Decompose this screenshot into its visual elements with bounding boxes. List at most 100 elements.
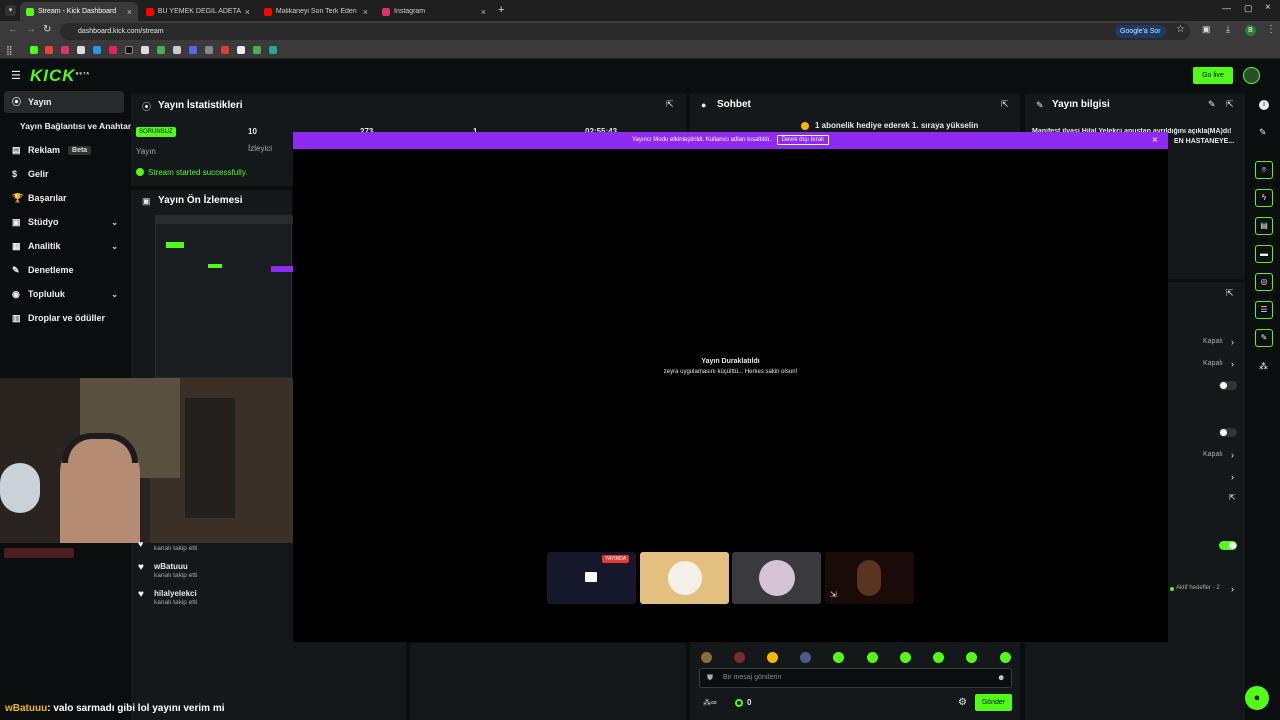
emote-icon[interactable] [800,652,811,663]
edit-icon[interactable]: ✎ [1259,127,1267,138]
bookmark-steam-icon[interactable] [173,46,181,54]
chevron-right-icon[interactable]: › [1231,359,1234,369]
extensions-icon[interactable]: ▣ [1202,24,1211,35]
setting-value[interactable]: Kapalı [1203,360,1223,367]
bookmark-kick-icon[interactable] [30,46,38,54]
users-icon[interactable]: ⁂∞ [703,698,717,707]
tab-youtube-1[interactable]: BU YEMEK DEĞİL ADETA ŞÖLEN × [140,2,256,21]
chevron-right-icon[interactable]: › [1231,337,1234,347]
edit-pencil-icon[interactable]: ✎ [1208,99,1216,110]
forward-icon[interactable]: → [26,24,36,35]
sidebar-item-basarilar[interactable]: 🏆 Başarılar [4,187,124,209]
setting-toggle[interactable] [1219,428,1237,437]
tab-instagram[interactable]: Instagram × [376,2,492,21]
hamburger-menu-icon[interactable]: ☰ [11,69,21,82]
thumbnail-doge[interactable] [640,552,729,604]
bookmark-x-icon[interactable] [77,46,85,54]
emote-icon[interactable] [900,652,911,663]
sidebar-item-analitik[interactable]: ▦ Analitik ⌄ [4,235,124,257]
bookmark-star-icon[interactable]: ☆ [1176,24,1185,35]
chevron-right-icon[interactable]: › [1231,584,1234,594]
menu-dots-icon[interactable]: ⋮ [1266,24,1276,35]
sidebar-item-topluluk[interactable]: ◉ Topluluk ⌄ [4,283,124,305]
disable-streamer-mode-button[interactable]: Devre dışı bırak [776,135,829,145]
chat-settings-gear-icon[interactable]: ⚙ [958,697,967,708]
emote-icon[interactable] [966,652,977,663]
bookmark-instagram-icon[interactable] [61,46,69,54]
emote-icon[interactable] [1000,652,1011,663]
list-icon[interactable]: ☰ [1255,301,1273,319]
minimize-icon[interactable]: — [1222,3,1231,13]
bookmark-site-icon[interactable] [269,46,277,54]
sidebar-item-yayin[interactable]: ⦿ Yayın [4,91,124,113]
emote-icon[interactable] [734,652,745,663]
chevron-right-icon[interactable]: › [1231,472,1234,482]
broadcast-icon[interactable]: ◎ [1255,273,1273,291]
sidebar-item-reklam[interactable]: ▤ Reklam Beta [4,139,124,161]
go-live-button[interactable]: Go live [1193,67,1233,84]
sidebar-item-yayin-baglantisi[interactable]: Yayın Bağlantısı ve Anahtarı [4,115,134,137]
bookmark-site-icon[interactable] [237,46,245,54]
thumbnail-bear[interactable] [732,552,821,604]
close-banner-icon[interactable]: × [1152,135,1158,146]
profile-avatar[interactable]: B [1245,25,1256,36]
sidebar-item-studyo[interactable]: ▣ Stüdyo ⌄ [4,211,124,233]
apps-grid-icon[interactable]: ⣿ [6,45,13,56]
bookmark-messenger-icon[interactable] [93,46,101,54]
download-icon[interactable]: ⤓ [1226,24,1230,35]
thumbnail-live[interactable]: YAYINDA [547,552,636,604]
close-tab-icon[interactable]: × [363,7,368,17]
camera-icon[interactable]: ⌾ [1255,161,1273,179]
wrench-icon[interactable]: ✎ [1255,329,1273,347]
sidebar-item-gelir[interactable]: $ Gelir [4,163,124,185]
sidebar-item-droplar[interactable]: ▥ Droplar ve ödüller [4,307,124,329]
bookmark-site-icon[interactable] [157,46,165,54]
url-bar[interactable]: dashboard.kick.com/stream [60,23,1190,40]
lightning-icon[interactable]: ϟ [1255,189,1273,207]
sidebar-item-denetleme[interactable]: ✎ Denetleme [4,259,124,281]
tab-youtube-2[interactable]: Malikaneyi Son Terk Eden Kazan × [258,2,374,21]
support-chat-icon[interactable]: ● [1245,686,1269,710]
popout-icon[interactable]: ⇱ [1226,99,1234,110]
thumbnail-person[interactable]: ⇲ [825,552,914,604]
close-tab-icon[interactable]: × [127,7,132,17]
bookmark-site-icon[interactable] [221,46,229,54]
close-tab-icon[interactable]: × [481,7,486,17]
bookmark-gmail-icon[interactable] [45,46,53,54]
popout-icon[interactable]: ⇱ [1001,99,1009,110]
close-window-icon[interactable]: × [1265,2,1271,13]
nodes-icon[interactable]: ⁂ [1259,361,1268,372]
send-button[interactable]: Gönder [975,694,1012,711]
emote-icon[interactable] [833,652,844,663]
tab-search-icon[interactable]: ▾ [5,5,16,16]
bookmark-site-icon[interactable] [189,46,197,54]
chat-input[interactable]: ⛊ Bir mesaj gönderin ☻ [699,668,1012,688]
emote-icon[interactable] [701,652,712,663]
new-tab-icon[interactable]: + [498,4,504,16]
bookmark-tiktok-icon[interactable] [125,46,133,54]
kick-logo[interactable]: KICKBETA [30,66,90,86]
google-sor-button[interactable]: Google'a Sor [1115,25,1166,38]
emote-icon[interactable] [867,652,878,663]
active-goals[interactable]: Aktif hedefler - 2 [1176,585,1220,591]
close-tab-icon[interactable]: × [245,7,250,17]
bookmark-site-icon[interactable] [253,46,261,54]
setting-value[interactable]: Kapalı [1203,338,1223,345]
emoji-picker-icon[interactable]: ☻ [997,673,1005,682]
bookmark-site-icon[interactable] [205,46,213,54]
chat-icon[interactable]: ▬ [1255,245,1273,263]
info-icon[interactable]: i [1259,100,1269,110]
popout-icon[interactable]: ⇱ [666,99,674,110]
setting-value[interactable]: Kapalı [1203,451,1223,458]
bookmark-site-icon[interactable] [109,46,117,54]
popout-icon[interactable]: ⇱ [1229,493,1236,502]
reload-icon[interactable]: ↻ [43,24,51,35]
emote-icon[interactable] [767,652,778,663]
emote-icon[interactable] [933,652,944,663]
popout-icon[interactable]: ⇱ [1226,288,1234,299]
user-avatar[interactable] [1243,67,1260,84]
back-icon[interactable]: ← [8,24,18,35]
maximize-icon[interactable]: ▢ [1244,3,1253,14]
chevron-right-icon[interactable]: › [1231,450,1234,460]
setting-toggle[interactable] [1219,381,1237,390]
